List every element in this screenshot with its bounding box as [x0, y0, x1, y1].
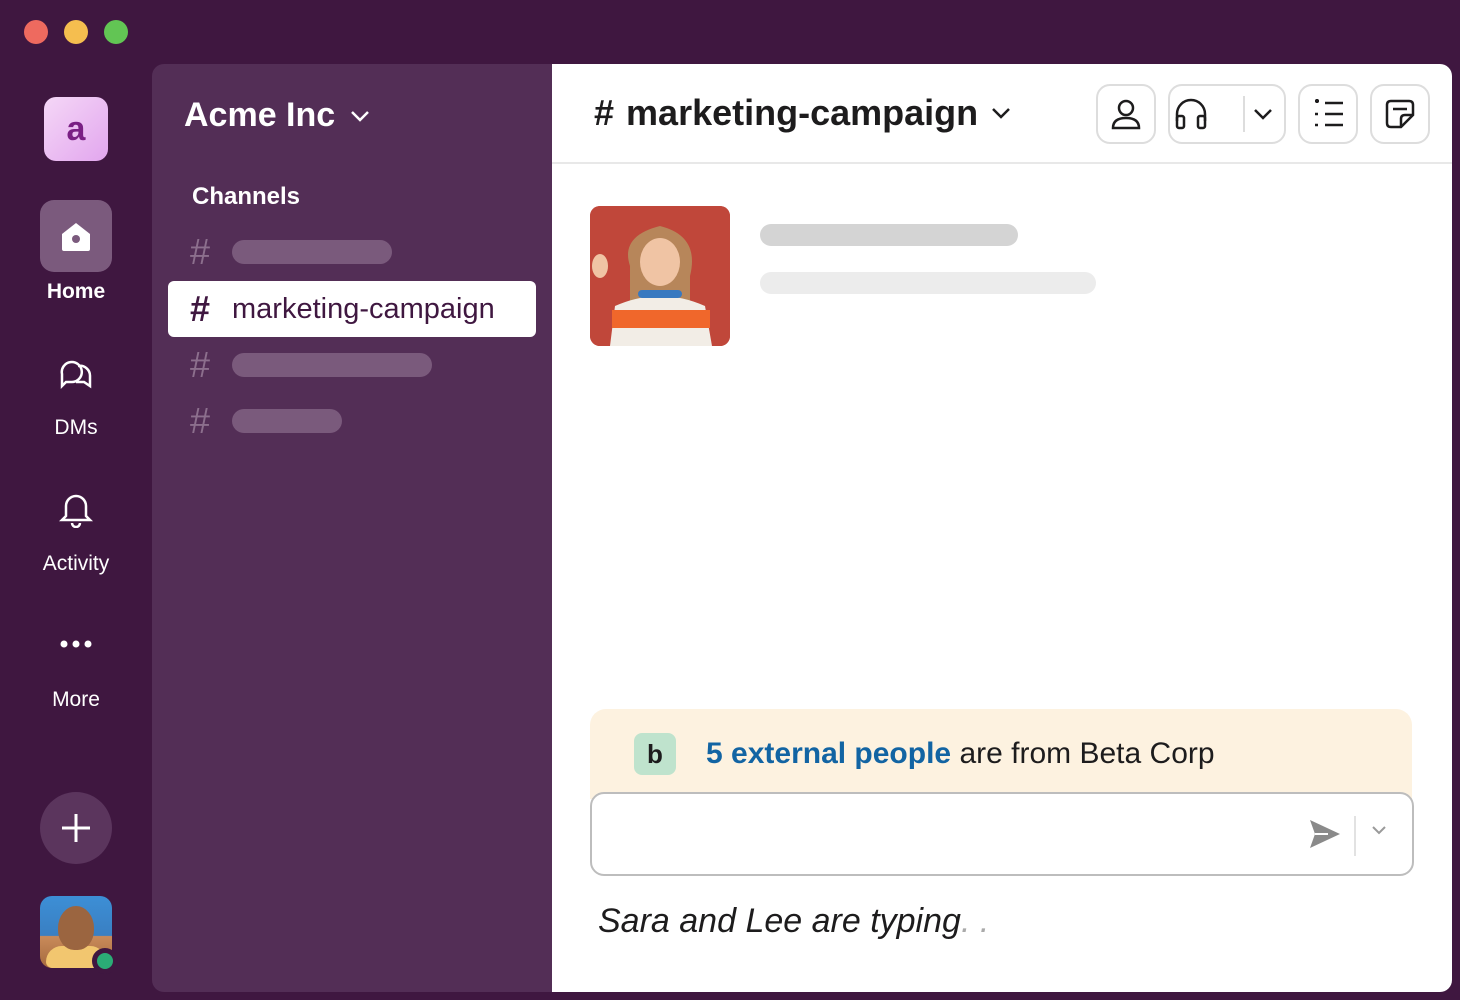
- rail-label-more: More: [52, 688, 100, 711]
- app-rail: a Home DMs Activity More: [0, 64, 152, 1000]
- bell-icon: [40, 472, 112, 544]
- add-button[interactable]: [40, 792, 112, 864]
- rail-label-activity: Activity: [42, 552, 110, 575]
- message-composer[interactable]: [590, 792, 1414, 876]
- hash-icon: #: [189, 344, 211, 385]
- rail-item-more[interactable]: More: [0, 608, 152, 712]
- channel-name-placeholder: [232, 353, 432, 377]
- huddle-headphones-icon: [1175, 98, 1207, 130]
- rail-item-home[interactable]: Home: [0, 200, 152, 304]
- channel-list-icon: [1315, 99, 1343, 127]
- typing-indicator: Sara and Lee are typing. .: [598, 902, 989, 941]
- avatar-face: [58, 906, 94, 950]
- sidebar-channel-4[interactable]: #: [168, 393, 536, 449]
- close-window-button[interactable]: [24, 20, 48, 44]
- dms-icon: [40, 336, 112, 408]
- rail-item-dms[interactable]: DMs: [0, 336, 152, 440]
- channel-header: # marketing-campaign: [552, 64, 1452, 164]
- typing-dots: . .: [960, 902, 990, 940]
- hash-icon: #: [189, 400, 211, 441]
- channels-section-title[interactable]: Channels: [192, 183, 300, 211]
- channel-title-button[interactable]: # marketing-campaign: [594, 92, 1012, 134]
- workspace-name: Acme Inc: [184, 96, 336, 134]
- hash-icon: #: [189, 288, 211, 329]
- channel-name: marketing-campaign: [232, 292, 495, 325]
- external-org-text: are from Beta Corp: [951, 737, 1215, 770]
- channel-view: # marketing-campaign b 5 external people…: [552, 64, 1452, 992]
- message-author-avatar[interactable]: [590, 206, 730, 346]
- external-people-link[interactable]: 5 external people: [706, 737, 951, 770]
- external-people-text: 5 external people are from Beta Corp: [706, 737, 1215, 771]
- chevron-down-icon[interactable]: [1370, 824, 1388, 836]
- chevron-down-icon: [992, 108, 1011, 119]
- plus-icon: [62, 814, 90, 842]
- sidebar-channel-marketing-campaign[interactable]: # marketing-campaign: [168, 281, 536, 337]
- window-controls: [24, 20, 128, 44]
- chevron-down-icon: [351, 110, 370, 122]
- external-people-banner: b 5 external people are from Beta Corp: [590, 709, 1412, 799]
- sidebar-channel-3[interactable]: #: [168, 337, 536, 393]
- workspace-switcher[interactable]: a: [44, 97, 108, 161]
- members-icon: [1111, 99, 1141, 130]
- send-icon[interactable]: [1308, 816, 1342, 852]
- send-divider: [1354, 816, 1356, 856]
- home-icon: [40, 200, 112, 272]
- workspace-initial: a: [66, 109, 86, 148]
- message-text-placeholder: [760, 272, 1096, 294]
- huddle-button[interactable]: [1168, 84, 1286, 144]
- org-badge: b: [634, 733, 676, 775]
- typing-text: Sara and Lee are typing: [598, 902, 961, 940]
- rail-label-dms: DMs: [54, 416, 98, 439]
- rail-item-activity[interactable]: Activity: [0, 472, 152, 576]
- hash-icon: #: [189, 231, 211, 272]
- channel-list-button[interactable]: [1298, 84, 1358, 144]
- channel-title: marketing-campaign: [626, 92, 979, 133]
- channel-name-placeholder: [232, 409, 342, 433]
- hash-icon: #: [594, 92, 615, 133]
- minimize-window-button[interactable]: [64, 20, 88, 44]
- channel-sidebar: Acme Inc Channels # # marketing-campaign…: [152, 64, 552, 992]
- user-avatar[interactable]: [40, 896, 118, 974]
- workspace-menu[interactable]: Acme Inc: [184, 96, 371, 135]
- online-status-badge: [92, 948, 118, 974]
- more-icon: [40, 608, 112, 680]
- canvas-icon: [1385, 99, 1415, 129]
- message-author-placeholder: [760, 224, 1018, 246]
- rail-label-home: Home: [46, 280, 106, 303]
- members-button[interactable]: [1096, 84, 1156, 144]
- zoom-window-button[interactable]: [104, 20, 128, 44]
- avatar-photo: [590, 206, 730, 346]
- sidebar-channel-1[interactable]: #: [168, 224, 536, 280]
- canvas-button[interactable]: [1370, 84, 1430, 144]
- chevron-down-icon[interactable]: [1245, 107, 1281, 121]
- channel-name-placeholder: [232, 240, 392, 264]
